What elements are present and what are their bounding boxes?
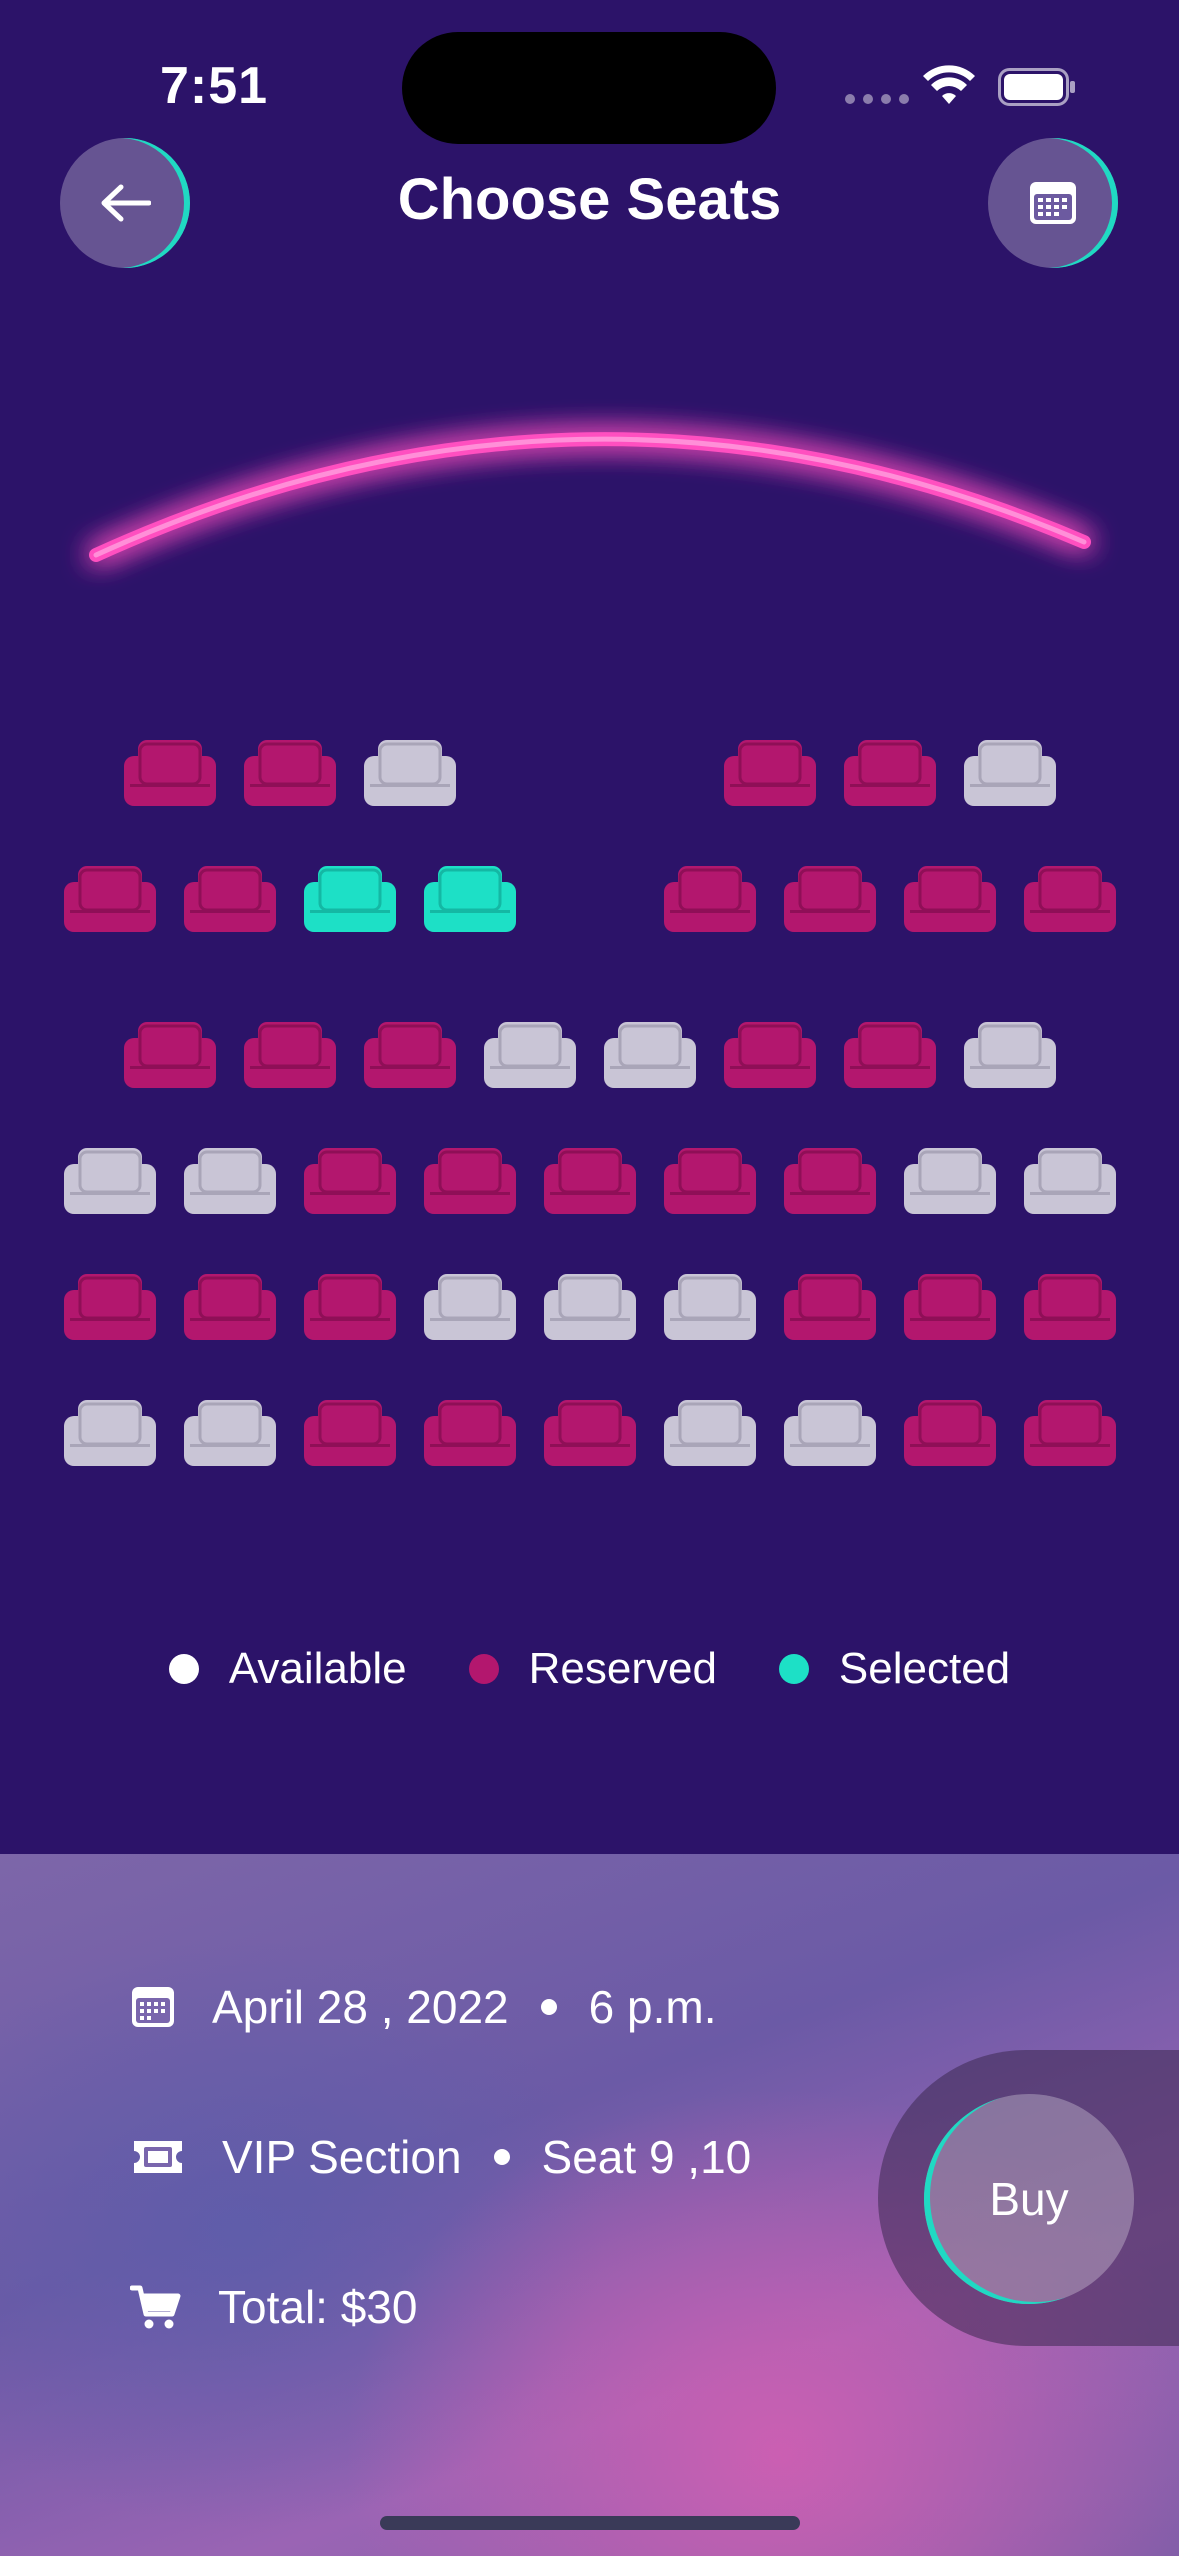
reserved-dot-icon bbox=[468, 1654, 499, 1684]
home-indicator[interactable] bbox=[380, 2516, 800, 2530]
total-row: Total: $30 bbox=[130, 2280, 417, 2334]
booking-date: April 28 , 2022 bbox=[212, 1981, 509, 2033]
seat-available[interactable] bbox=[964, 738, 1056, 806]
seat-reserved[interactable] bbox=[904, 1398, 996, 1466]
seat-reserved[interactable] bbox=[724, 738, 816, 806]
seat-selected[interactable] bbox=[424, 864, 516, 932]
seat-reserved[interactable] bbox=[1024, 1398, 1116, 1466]
seat-available[interactable] bbox=[364, 738, 456, 806]
seat-reserved[interactable] bbox=[424, 1146, 516, 1214]
seat-available[interactable] bbox=[904, 1146, 996, 1214]
seat-available[interactable] bbox=[544, 1272, 636, 1340]
seat-available[interactable] bbox=[424, 1272, 516, 1340]
legend-reserved-label: Reserved bbox=[528, 1644, 717, 1693]
seat-available[interactable] bbox=[604, 1020, 696, 1088]
seat-reserved[interactable] bbox=[124, 738, 216, 806]
seat-reserved[interactable] bbox=[664, 864, 756, 932]
seat-reserved[interactable] bbox=[244, 1020, 336, 1088]
seat-available[interactable] bbox=[964, 1020, 1056, 1088]
seat-reserved[interactable] bbox=[304, 1398, 396, 1466]
seat-available[interactable] bbox=[484, 1020, 576, 1088]
seat-available[interactable] bbox=[1024, 1146, 1116, 1214]
seat-reserved[interactable] bbox=[544, 1398, 636, 1466]
seat-reserved[interactable] bbox=[844, 1020, 936, 1088]
seat-reserved[interactable] bbox=[784, 864, 876, 932]
seat-available[interactable] bbox=[664, 1272, 756, 1340]
seat-reserved[interactable] bbox=[904, 864, 996, 932]
legend-available-label: Available bbox=[228, 1644, 407, 1693]
booking-section: VIP Section bbox=[222, 2131, 462, 2183]
seat-reserved[interactable] bbox=[364, 1020, 456, 1088]
seat-reserved[interactable] bbox=[724, 1020, 816, 1088]
selected-dot-icon bbox=[778, 1654, 809, 1684]
seat-reserved[interactable] bbox=[184, 1272, 276, 1340]
calendar-icon bbox=[132, 1987, 174, 2027]
legend-available: Available bbox=[168, 1644, 407, 1694]
seat-reserved[interactable] bbox=[1024, 864, 1116, 932]
seat-available[interactable] bbox=[184, 1146, 276, 1214]
seat-reserved[interactable] bbox=[304, 1272, 396, 1340]
seat-map bbox=[0, 0, 1179, 1500]
seat-available[interactable] bbox=[64, 1398, 156, 1466]
section-row: VIP Section Seat 9 ,10 bbox=[130, 2130, 751, 2184]
seat-available[interactable] bbox=[184, 1398, 276, 1466]
seat-reserved[interactable] bbox=[64, 864, 156, 932]
legend-selected-label: Selected bbox=[838, 1644, 1011, 1693]
seat-reserved[interactable] bbox=[1024, 1272, 1116, 1340]
seat-available[interactable] bbox=[784, 1398, 876, 1466]
ticket-icon bbox=[134, 2141, 182, 2173]
seat-reserved[interactable] bbox=[184, 864, 276, 932]
date-row: April 28 , 2022 6 p.m. bbox=[130, 1980, 716, 2034]
buy-button[interactable]: Buy bbox=[924, 2094, 1134, 2304]
seat-reserved[interactable] bbox=[664, 1146, 756, 1214]
seat-reserved[interactable] bbox=[904, 1272, 996, 1340]
separator-dot bbox=[540, 1999, 557, 2015]
separator-dot bbox=[493, 2149, 510, 2165]
seat-reserved[interactable] bbox=[64, 1272, 156, 1340]
cart-icon bbox=[130, 2285, 181, 2329]
seat-reserved[interactable] bbox=[424, 1398, 516, 1466]
seat-reserved[interactable] bbox=[844, 738, 936, 806]
booking-seats: Seat 9 ,10 bbox=[541, 2131, 752, 2183]
seat-available[interactable] bbox=[664, 1398, 756, 1466]
seat-reserved[interactable] bbox=[784, 1272, 876, 1340]
booking-time: 6 p.m. bbox=[588, 1981, 717, 2033]
legend-selected: Selected bbox=[778, 1644, 1011, 1694]
legend-reserved: Reserved bbox=[468, 1644, 717, 1694]
legend: Available Reserved Selected bbox=[0, 1644, 1179, 1694]
available-dot-icon bbox=[168, 1654, 199, 1684]
seat-reserved[interactable] bbox=[784, 1146, 876, 1214]
seat-reserved[interactable] bbox=[544, 1146, 636, 1214]
seat-selected[interactable] bbox=[304, 864, 396, 932]
seat-reserved[interactable] bbox=[124, 1020, 216, 1088]
seat-reserved[interactable] bbox=[304, 1146, 396, 1214]
booking-total: Total: $30 bbox=[218, 2281, 418, 2333]
seat-reserved[interactable] bbox=[244, 738, 336, 806]
seat-available[interactable] bbox=[64, 1146, 156, 1214]
